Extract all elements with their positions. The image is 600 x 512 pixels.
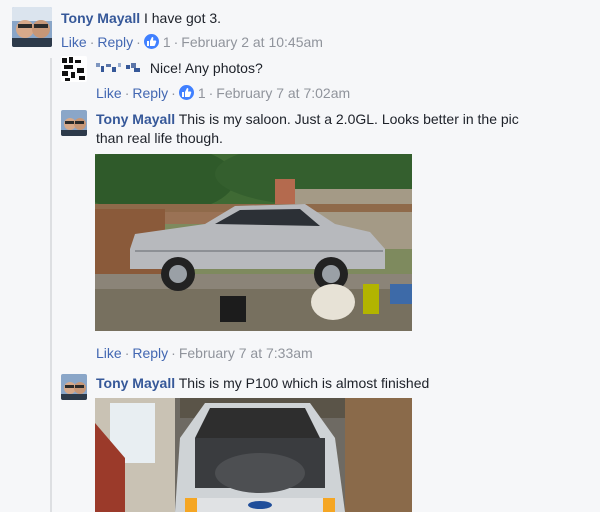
- like-link[interactable]: Like: [61, 34, 87, 50]
- like-reaction-icon[interactable]: [178, 85, 194, 100]
- avatar-redacted[interactable]: [61, 56, 87, 82]
- timestamp[interactable]: February 7 at 7:02am: [216, 85, 350, 101]
- comment-text: I have got 3.: [143, 10, 222, 26]
- avatar-photo: [61, 374, 87, 400]
- like-reaction-icon[interactable]: [143, 34, 159, 49]
- avatar[interactable]: [61, 374, 87, 400]
- comment-text: This is my P100 which is almost finished: [178, 375, 430, 391]
- redacted-author-name[interactable]: [96, 60, 146, 79]
- like-link[interactable]: Like: [96, 345, 122, 361]
- avatar[interactable]: [12, 7, 52, 47]
- comment-text: This is my saloon. Just a 2.0GL. Looks b…: [178, 111, 519, 127]
- comment-text-continued: than real life though.: [96, 130, 223, 146]
- avatar-photo: [12, 7, 52, 47]
- reply-link[interactable]: Reply: [97, 34, 133, 50]
- comment-text: Nice! Any photos?: [149, 60, 263, 76]
- timestamp[interactable]: February 7 at 7:33am: [179, 345, 313, 361]
- timestamp[interactable]: February 2 at 10:45am: [181, 34, 323, 50]
- avatar-photo: [61, 56, 87, 82]
- saloon-car-photo[interactable]: [95, 154, 412, 331]
- avatar-photo: [61, 110, 87, 136]
- comment-author[interactable]: Tony Mayall: [96, 375, 175, 391]
- reply-link[interactable]: Reply: [132, 85, 168, 101]
- reply-link[interactable]: Reply: [132, 345, 168, 361]
- thread-line: [50, 58, 52, 512]
- like-link[interactable]: Like: [96, 85, 122, 101]
- like-count[interactable]: 1: [163, 34, 171, 50]
- avatar[interactable]: [61, 110, 87, 136]
- like-count[interactable]: 1: [198, 85, 206, 101]
- comment-author[interactable]: Tony Mayall: [61, 10, 140, 26]
- comment-author[interactable]: Tony Mayall: [96, 111, 175, 127]
- p100-truck-photo[interactable]: [95, 398, 412, 512]
